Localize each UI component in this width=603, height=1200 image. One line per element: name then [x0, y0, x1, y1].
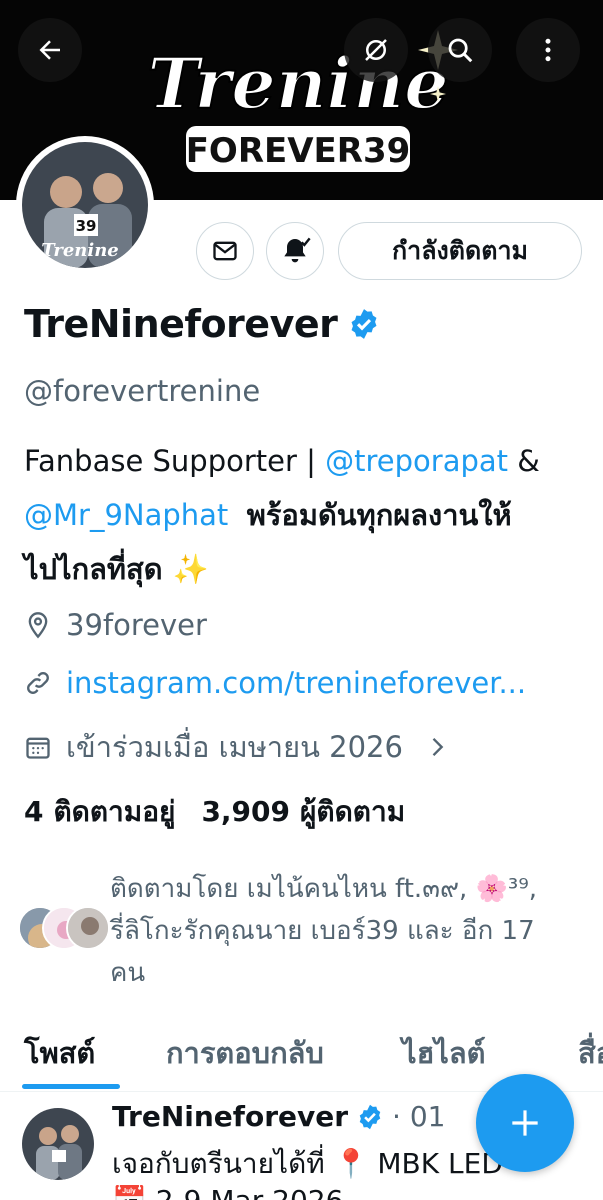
tab-posts[interactable]: โพสต์: [24, 1030, 95, 1076]
followed-by-line3: คน: [110, 958, 146, 988]
notifications-button[interactable]: [266, 222, 324, 280]
verified-badge-icon[interactable]: [347, 307, 381, 341]
plus-icon: [512, 1110, 538, 1136]
post-author-name[interactable]: TreNineforever: [112, 1100, 348, 1133]
location-text: 39forever: [66, 608, 207, 642]
hide-media-button[interactable]: [344, 18, 408, 82]
link-icon: [27, 672, 49, 694]
avatar-badge-text: 39: [76, 217, 97, 235]
profile-avatar[interactable]: 39 Trenine: [16, 136, 154, 274]
followers-you-know-avatars[interactable]: [18, 906, 110, 950]
website-link[interactable]: instagram.com/trenineforever...: [66, 666, 526, 700]
profile-website[interactable]: instagram.com/trenineforever...: [24, 666, 526, 700]
eye-off-icon: [365, 39, 387, 61]
profile-location: 39forever: [24, 608, 207, 642]
location-pin-icon: [28, 612, 48, 639]
message-button[interactable]: [196, 222, 254, 280]
post-header: TreNineforever · 01: [112, 1100, 445, 1133]
followed-by-line2: รี่ลิโกะรักคุณนาย เบอร์39 และ อีก 17: [110, 916, 535, 946]
joined-text: เข้าร่วมเมื่อ เมษายน 2026: [66, 730, 403, 764]
following-label: ติดตามอยู่: [53, 795, 176, 828]
bio-ampersand: &: [508, 444, 540, 478]
display-name: TreNineforever: [24, 302, 338, 346]
avatar-logo-text: Trenine: [41, 240, 118, 261]
arrow-left-icon: [39, 40, 60, 60]
verified-badge-icon: [359, 1104, 381, 1129]
followers-count: 3,909: [201, 795, 291, 828]
post-text-line1: เจอกับตรีนายได้ที่ 📍 MBK LED: [112, 1147, 503, 1180]
tab-media[interactable]: สื่อ: [578, 1030, 603, 1076]
active-tab-indicator: [22, 1084, 120, 1089]
profile-bio: Fanbase Supporter | @treporapat & @Mr_9N…: [24, 434, 584, 596]
more-button[interactable]: [516, 18, 580, 82]
back-button[interactable]: [18, 18, 82, 82]
following-count: 4: [24, 795, 44, 828]
profile-stats: 4 ติดตามอยู่ 3,909 ผู้ติดตาม: [24, 790, 405, 834]
profile-joined[interactable]: เข้าร่วมเมื่อ เมษายน 2026: [24, 724, 465, 770]
follower-avatar: [66, 906, 110, 950]
bell-icon: [284, 237, 311, 263]
bio-mention-treporapat[interactable]: @treporapat: [325, 444, 508, 478]
search-button[interactable]: [428, 18, 492, 82]
sparkle-small-icon: [430, 86, 446, 102]
bio-thai-line1: พร้อมดันทุกผลงานให้: [246, 498, 512, 532]
search-icon: [448, 38, 473, 63]
profile-handle: @forevertrenine: [24, 374, 261, 408]
chevron-right-icon: [432, 738, 444, 756]
post-timestamp[interactable]: · 01: [392, 1100, 445, 1133]
calendar-icon: [26, 737, 50, 759]
banner-logo-subtitle: FOREVER39: [186, 131, 411, 171]
followed-by-line1: ติดตามโดย เมไน้คนไหน ft.๓๙, 🌸³⁹,: [110, 874, 538, 904]
bio-thai-line2: ไปไกลที่สุด ✨: [24, 552, 209, 586]
tab-replies[interactable]: การตอบกลับ: [166, 1030, 324, 1076]
followers-you-know-text[interactable]: ติดตามโดย เมไน้คนไหน ft.๓๙, 🌸³⁹, รี่ลิโก…: [110, 868, 590, 994]
more-vertical-icon: [545, 38, 551, 62]
display-name-row: TreNineforever: [24, 302, 381, 346]
bio-mention-naphat[interactable]: @Mr_9Naphat: [24, 498, 228, 532]
tab-highlights[interactable]: ไฮไลต์: [402, 1030, 485, 1076]
followers-stat[interactable]: 3,909 ผู้ติดตาม: [201, 790, 405, 834]
following-stat[interactable]: 4 ติดตามอยู่: [24, 790, 175, 834]
following-button[interactable]: กำลังติดตาม: [338, 222, 582, 280]
avatar-image: 39 Trenine: [22, 142, 148, 268]
mail-icon: [213, 241, 237, 261]
post-text-line2: 📅 2-9 Mar 2026: [112, 1184, 343, 1200]
post-author-avatar[interactable]: [22, 1108, 94, 1180]
post-avatar-image: [22, 1108, 94, 1180]
followers-label: ผู้ติดตาม: [300, 795, 406, 828]
bio-text: Fanbase Supporter |: [24, 444, 326, 478]
compose-post-button[interactable]: [476, 1074, 574, 1172]
